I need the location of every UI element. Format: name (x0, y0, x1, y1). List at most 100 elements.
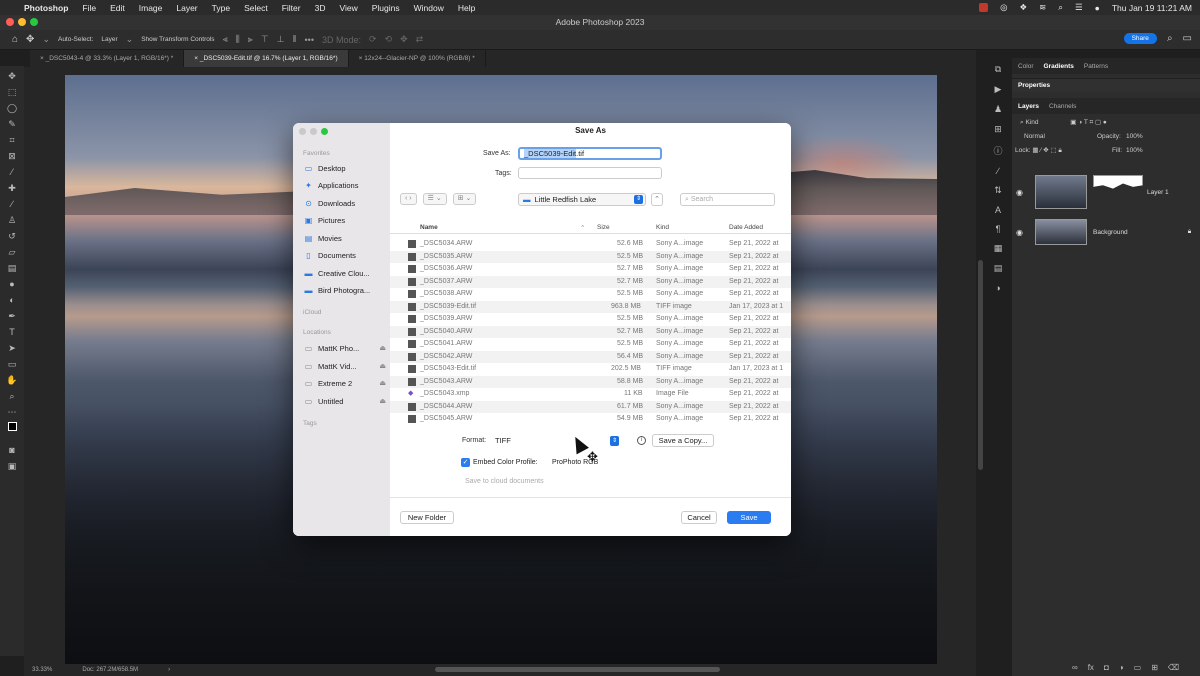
menu-window[interactable]: Window (414, 3, 444, 13)
adjustment-layer-icon[interactable]: ◑ (1119, 663, 1124, 672)
save-copy-button[interactable]: Save a Copy... (652, 434, 714, 447)
menu-help[interactable]: Help (458, 3, 475, 13)
brush-settings-icon[interactable]: ∕ (997, 166, 999, 176)
column-kind[interactable]: Kind (656, 224, 669, 231)
lock-icons[interactable]: ▦ ∕ ✥ ⬚ 🔒︎ (1032, 147, 1062, 154)
layer-mask-thumbnail[interactable] (1092, 175, 1143, 189)
libraries-icon[interactable]: ♟ (994, 104, 1002, 115)
close-window-button[interactable] (6, 18, 14, 26)
properties-header[interactable]: Properties (1012, 78, 1200, 92)
tab-patterns[interactable]: Patterns (1084, 63, 1108, 70)
channel-mixer-icon[interactable]: ⇅ (994, 185, 1002, 196)
history-icon[interactable]: ⧉ (995, 64, 1001, 75)
sidebar-item-untitled[interactable]: ▭ Untitled ⏏ (304, 395, 388, 407)
save-button[interactable]: Save (727, 511, 771, 524)
healing-tool-icon[interactable]: ✚ (5, 182, 19, 194)
color-wheel-icon[interactable]: ◑ (995, 283, 1000, 293)
record-icon[interactable] (979, 3, 989, 12)
path-select-tool-icon[interactable]: ➤ (5, 342, 19, 354)
clone-stamp-tool-icon[interactable]: ♙ (5, 214, 19, 226)
file-row[interactable]: _DSC5043-Edit.tif 202.5 MB TIFF image Jan 1… (390, 363, 791, 376)
new-layer-icon[interactable]: ⊞ (1151, 663, 1158, 672)
eye-icon[interactable]: ◉ (1016, 188, 1023, 197)
fill-value[interactable]: 100% (1126, 144, 1143, 158)
gradient-tool-icon[interactable]: ▤ (5, 262, 19, 274)
tags-input[interactable] (518, 167, 662, 179)
tab-channels[interactable]: Channels (1049, 103, 1076, 110)
group-view-button[interactable]: ⊞ ⌄ (452, 193, 477, 205)
3d-slide-icon[interactable]: ⇄ (416, 34, 424, 45)
file-row[interactable]: _DSC5044.ARW 61.7 MB Sony A...image Sep 21,… (390, 400, 791, 413)
eye-icon[interactable]: ◉ (1016, 228, 1023, 237)
back-forward-buttons[interactable]: ‹ › (400, 193, 417, 205)
save-to-cloud-button[interactable]: Save to cloud documents (465, 478, 544, 485)
info-icon[interactable]: i (637, 436, 646, 445)
notes-icon[interactable]: ▤ (994, 263, 1003, 274)
doc-size[interactable]: Doc: 267.2M/658.5M (82, 667, 138, 673)
horizontal-scrollbar[interactable] (435, 667, 720, 672)
align-left-icon[interactable]: ⫷ (223, 34, 228, 45)
search-icon[interactable]: ⌕ (1167, 33, 1173, 44)
screen-mode-icon[interactable]: ▣ (5, 460, 19, 472)
tab-doc-2[interactable]: × _DSC5039-Edit.tif @ 16.7% (Layer 1, RG… (184, 50, 349, 67)
group-icon[interactable]: ▭ (1134, 663, 1142, 672)
blur-tool-icon[interactable]: ● (5, 278, 19, 290)
more-tools-icon[interactable]: ⋯ (5, 406, 19, 418)
file-row[interactable]: _DSC5043.ARW 58.8 MB Sony A...image Sep 21,… (390, 375, 791, 388)
align-middle-icon[interactable]: ⊥ (277, 34, 285, 45)
align-center-icon[interactable]: ⫼ (236, 34, 240, 45)
character-icon[interactable]: A (995, 205, 1001, 215)
layer-name[interactable]: Layer 1 (1147, 189, 1169, 196)
menu-type[interactable]: Type (212, 3, 230, 13)
lasso-tool-icon[interactable]: ◯ (5, 102, 19, 114)
collapse-button[interactable]: ⌃ (651, 193, 663, 206)
column-date-added[interactable]: Date Added (729, 224, 763, 231)
eject-icon[interactable]: ⏏ (379, 362, 386, 370)
siri-icon[interactable]: ● (1095, 3, 1100, 13)
move-tool-icon[interactable]: ✥ (26, 34, 34, 45)
quick-mask-icon[interactable]: ◙ (5, 444, 19, 456)
format-dropdown[interactable]: TIFF ⇕ (495, 435, 619, 447)
color-swatches-icon[interactable] (5, 422, 19, 440)
sidebar-item-movies[interactable]: ▤ Movies (304, 232, 388, 244)
align-top-icon[interactable]: ⊤ (261, 34, 269, 45)
file-list[interactable]: _DSC5034.ARW 52.6 MB Sony A...image Sep 21,… (390, 238, 791, 428)
menu-3d[interactable]: 3D (315, 3, 326, 13)
sidebar-item-documents[interactable]: ▯ Documents (304, 249, 388, 261)
zoom-dialog-button[interactable] (321, 128, 328, 135)
minimize-window-button[interactable] (18, 18, 26, 26)
file-row[interactable]: _DSC5034.ARW 52.6 MB Sony A...image Sep 21,… (390, 238, 791, 251)
menu-file[interactable]: File (82, 3, 96, 13)
layer-comps-icon[interactable]: ▦ (994, 243, 1003, 254)
history-brush-tool-icon[interactable]: ↺ (5, 230, 19, 242)
lock-icon[interactable]: 🔒︎ (1188, 228, 1191, 236)
file-row[interactable]: _DSC5039-Edit.tif 963.8 MB TIFF image Jan 1… (390, 300, 791, 313)
sidebar-item-creative-cloud[interactable]: ▬ Creative Clou... (304, 267, 388, 279)
sidebar-item-mattk-vid[interactable]: ▭ MattK Vid... ⏏ (304, 360, 388, 372)
file-row[interactable]: _DSC5042.ARW 56.4 MB Sony A...image Sep 21,… (390, 350, 791, 363)
brush-tool-icon[interactable]: ∕ (5, 198, 19, 210)
menu-view[interactable]: View (339, 3, 357, 13)
spotlight-icon[interactable]: ⌕ (1058, 2, 1063, 13)
column-size[interactable]: Size (597, 224, 610, 231)
zoom-tool-icon[interactable]: ⌕ (5, 390, 19, 402)
add-mask-icon[interactable]: ◘ (1104, 663, 1109, 672)
artboard-tool-icon[interactable]: ⬚ (5, 86, 19, 98)
location-dropdown[interactable]: ▬ Little Redfish Lake ⇕ (518, 193, 646, 206)
type-tool-icon[interactable]: T (5, 326, 19, 338)
close-dialog-button[interactable] (299, 128, 306, 135)
adjustments-icon[interactable]: ⊞ (994, 124, 1002, 135)
new-folder-button[interactable]: New Folder (400, 511, 454, 524)
share-button[interactable]: Share (1123, 33, 1157, 44)
menubar-clock[interactable]: Thu Jan 19 11:21 AM (1112, 3, 1192, 13)
file-row[interactable]: _DSC5037.ARW 52.7 MB Sony A...image Sep 21,… (390, 275, 791, 288)
3d-roll-icon[interactable]: ⟲ (385, 34, 393, 45)
3d-orbit-icon[interactable]: ⟳ (369, 34, 377, 45)
control-center-icon[interactable]: ☰ (1075, 2, 1083, 13)
sidebar-item-desktop[interactable]: ▭ Desktop (304, 162, 388, 174)
sort-chevron-icon[interactable]: ⌃ (580, 224, 585, 232)
cancel-button[interactable]: Cancel (681, 511, 717, 524)
quick-select-tool-icon[interactable]: ✎ (5, 118, 19, 130)
crop-tool-icon[interactable]: ⌗ (5, 134, 19, 146)
filename-input[interactable]: _DSC5039-Edit.tif (518, 147, 662, 160)
